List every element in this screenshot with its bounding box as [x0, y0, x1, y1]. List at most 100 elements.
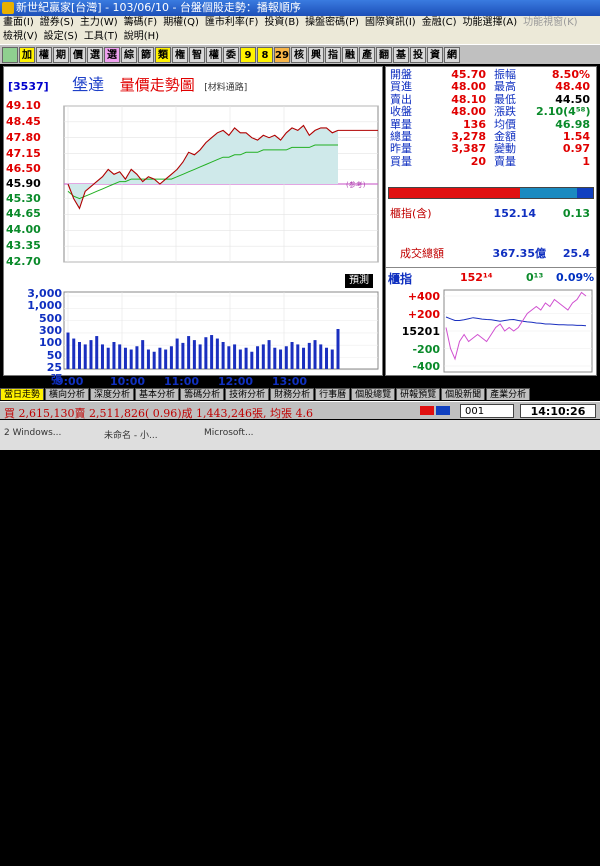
turnover-label: 成交總額 — [400, 247, 444, 260]
quote-label: 買進 — [390, 80, 412, 94]
volume-bar — [279, 349, 283, 369]
forecast-button[interactable]: 預測 — [345, 274, 373, 288]
analysis-tab[interactable]: 技術分析 — [225, 388, 270, 400]
menu-item[interactable]: 功能視窗(K) — [520, 17, 580, 28]
volume-bar — [118, 344, 122, 369]
menu-item[interactable]: 說明(H) — [121, 31, 162, 42]
analysis-tab[interactable]: 橫向分析 — [45, 388, 90, 400]
toolbar-button[interactable]: 融 — [342, 46, 358, 63]
analysis-tab[interactable]: 研報預覽 — [396, 388, 441, 400]
menu-item[interactable]: 檢視(V) — [0, 31, 41, 42]
toolbar-button[interactable]: 投 — [410, 46, 426, 63]
taskbar-item[interactable]: Microsoft... — [204, 428, 254, 442]
volume-bar — [129, 349, 133, 369]
otc-index-value: 152.14 — [493, 207, 536, 220]
toolbar-button[interactable]: 篩 — [138, 46, 154, 63]
menu-row-1: 畫面(I) 證券(S) 主力(W) 籌碼(F) 期權(Q) 匯市利率(F) 投資(B) 操盤密… — [0, 16, 581, 30]
toolbar-button[interactable]: 綜 — [121, 46, 137, 63]
otc-index-change: 0.13 — [562, 207, 590, 220]
taskbar-item[interactable]: 未命名 - 小... — [104, 428, 158, 442]
menu-item[interactable]: 設定(S) — [41, 31, 81, 42]
turnover-row: 成交總額 367.35億 25.4 — [388, 247, 594, 261]
toolbar-button[interactable]: 興 — [308, 46, 324, 63]
analysis-tab[interactable]: 財務分析 — [270, 388, 315, 400]
toolbar-button[interactable]: 8 — [257, 46, 273, 63]
toolbar-button[interactable] — [2, 46, 18, 63]
toolbar-button[interactable]: 資 — [427, 46, 443, 63]
volume-bar — [66, 332, 70, 369]
clock: 14:10:26 — [520, 404, 596, 418]
toolbar-button[interactable]: 選 — [87, 46, 103, 63]
otc-index-mini-chart: 櫃指 152¹⁴ 0¹³ 0.09% +400 +200 15201 -200 -400 — [386, 267, 596, 375]
title-bar: 新世紀贏家[台灣] - 103/06/10 - 台盤個股走勢：播報順序 — [0, 0, 600, 16]
volume-bar — [273, 347, 277, 369]
menu-item[interactable]: 籌碼(F) — [121, 17, 161, 28]
analysis-tab[interactable]: 基本分析 — [135, 388, 180, 400]
turnover-change: 25.4 — [562, 247, 590, 260]
menu-item[interactable]: 金融(C) — [419, 17, 460, 28]
analysis-tab[interactable]: 個股新聞 — [441, 388, 486, 400]
analysis-tab[interactable]: 產業分析 — [486, 388, 531, 400]
menu-item[interactable]: 投資(B) — [261, 17, 302, 28]
toolbar-button[interactable]: 9 — [240, 46, 256, 63]
turnover-value: 367.35億 — [492, 247, 546, 260]
toolbar-button[interactable]: 加 — [19, 46, 35, 63]
taskbar-item[interactable]: 2 Windows... — [4, 428, 61, 442]
otc-index-label: 櫃指(含) — [390, 207, 432, 220]
toolbar-button[interactable]: 29 — [274, 46, 290, 63]
volume-bar — [244, 347, 248, 369]
page-number-field[interactable]: 001 — [460, 404, 514, 418]
menu-item[interactable]: 證券(S) — [37, 17, 77, 28]
volume-bar — [313, 340, 317, 369]
price-volume-chart: (参考) — [63, 105, 379, 371]
menu-item[interactable]: 期權(Q) — [160, 17, 202, 28]
toolbar-button[interactable]: 價 — [70, 46, 86, 63]
menu-item[interactable]: 功能選擇(A) — [460, 17, 521, 28]
otc-index-row: 櫃指(含) 152.14 0.13 — [388, 207, 594, 221]
menu-item[interactable]: 國際資訊(I) — [362, 17, 419, 28]
quote-row: 昨量 3,387 變動 0.97 — [388, 142, 594, 156]
quote-value: 3,387 — [451, 142, 486, 156]
volume-bar — [336, 328, 340, 369]
volume-bar — [164, 349, 168, 369]
volume-bar — [181, 342, 185, 369]
quote-value: 48.40 — [555, 80, 590, 94]
menu-item[interactable]: 畫面(I) — [0, 17, 37, 28]
toolbar-button[interactable]: 基 — [393, 46, 409, 63]
ratio-segment — [389, 188, 520, 198]
volume-bar — [141, 340, 145, 369]
menu-item[interactable]: 匯市利率(F) — [202, 17, 262, 28]
toolbar-button[interactable]: 委江 — [223, 46, 239, 77]
toolbar-button[interactable]: 權 — [206, 46, 222, 63]
toolbar-button[interactable]: 選 — [104, 46, 120, 63]
menu-item[interactable]: 操盤密碼(P) — [302, 17, 362, 28]
menu-item[interactable]: 主力(W) — [77, 17, 121, 28]
analysis-tab[interactable]: 當日走勢 — [0, 388, 45, 400]
analysis-tab[interactable]: 行事曆 — [315, 388, 351, 400]
analysis-tab[interactable]: 籌碼分析 — [180, 388, 225, 400]
toolbar-button[interactable]: 期 — [53, 46, 69, 63]
toolbar-button[interactable]: 翻 — [376, 46, 392, 63]
toolbar-button[interactable]: 產 — [359, 46, 375, 63]
volume-bar — [192, 340, 196, 369]
toolbar-button[interactable]: 権 — [172, 46, 188, 63]
toolbar-button[interactable]: 權 — [36, 46, 52, 63]
status-bar: 買 2,615,130賣 2,511,826( 0.96)成 1,443,246… — [0, 401, 600, 420]
menu-item[interactable]: 工具(T) — [81, 31, 121, 42]
quote-label: 賣量 — [494, 154, 516, 168]
analysis-tab[interactable]: 個股總覽 — [351, 388, 396, 400]
volume-bar — [267, 340, 271, 369]
quote-value: 48.00 — [451, 105, 486, 119]
volume-bar — [330, 349, 334, 369]
toolbar-button[interactable]: 類 — [155, 46, 171, 63]
volume-bar — [146, 349, 150, 369]
window-title: 新世紀贏家[台灣] - 103/06/10 - 台盤個股走勢：播報順序 — [16, 1, 301, 14]
toolbar-button[interactable]: 指 — [325, 46, 341, 63]
toolbar-button[interactable]: 核 — [291, 46, 307, 63]
ref-price-label: (参考) — [346, 180, 366, 189]
page-number: 001 — [465, 406, 485, 417]
toolbar-button[interactable]: 智 — [189, 46, 205, 63]
toolbar-button[interactable]: 網 — [444, 46, 460, 63]
analysis-tab[interactable]: 深度分析 — [90, 388, 135, 400]
quote-label: 最高 — [494, 80, 516, 94]
